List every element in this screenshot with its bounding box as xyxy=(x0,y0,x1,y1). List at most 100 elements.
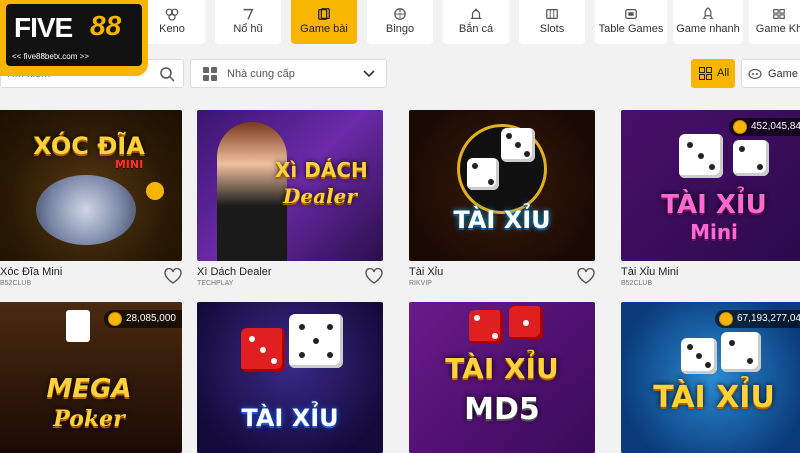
thumb-title: MEGA xyxy=(46,374,132,404)
logo-text-five: FIVE xyxy=(14,12,73,43)
game-name: Xì Dách Dealer xyxy=(197,266,272,278)
game-card[interactable]: Xì DÁCH Dealer Xì Dách Dealer TECHPLAY xyxy=(197,110,383,287)
search-icon[interactable] xyxy=(159,66,175,82)
jackpot-badge: 452,045,84 xyxy=(728,118,800,136)
jackpot-badge: 67,193,277,04 xyxy=(715,310,800,328)
seven-icon xyxy=(243,8,254,20)
tab-label: Nổ hũ xyxy=(233,23,263,35)
game-provider: B52CLUB xyxy=(0,280,32,287)
thumb-sub: MD5 xyxy=(464,392,540,427)
coin-icon xyxy=(732,120,747,134)
coin-icon xyxy=(107,312,122,326)
coin-image xyxy=(146,182,164,200)
heart-icon[interactable] xyxy=(365,268,383,284)
logo-text-88: 88 xyxy=(90,10,122,41)
gamepad-icon xyxy=(773,9,785,19)
game-card[interactable]: TÀI XỈU Tài Xỉu RIKVIP xyxy=(409,110,595,287)
thumb-sub: MINI xyxy=(114,158,144,171)
game-thumbnail[interactable]: TÀI XỈU xyxy=(409,110,595,261)
tab-table-games[interactable]: Table Games xyxy=(595,0,667,44)
filter-game-label: Game n xyxy=(768,68,800,80)
dice-image xyxy=(679,134,723,178)
game-card[interactable]: 28,085,000 MEGA Poker xyxy=(0,302,182,453)
grid-icon xyxy=(203,67,217,81)
tab-label: Bingo xyxy=(385,23,415,35)
fish-icon xyxy=(470,8,482,19)
tab-label: Table Games xyxy=(598,23,664,35)
thumb-title: TÀI XỈU xyxy=(653,380,775,415)
bingo-icon xyxy=(394,8,406,20)
logo-url: << five88betx.com >> xyxy=(12,52,89,61)
dice-image xyxy=(469,310,503,344)
thumb-title: TÀI XỈU xyxy=(445,352,559,385)
filter-all-button[interactable]: All xyxy=(691,59,735,88)
jackpot-amount: 28,085,000 xyxy=(125,313,176,324)
thumb-title: Xì DÁCH xyxy=(275,158,368,182)
grid-icon xyxy=(699,67,712,80)
game-name: Xóc Đĩa Mini xyxy=(0,266,63,278)
cards-icon xyxy=(318,8,330,20)
dice-image xyxy=(289,314,343,368)
game-card[interactable]: 452,045,84 TÀI XỈU Mini Tài Xỉu Mini B52… xyxy=(621,110,800,287)
slot-icon xyxy=(546,9,558,19)
tab-label: Keno xyxy=(159,23,185,35)
tab-label: Slots xyxy=(539,23,565,35)
game-thumbnail[interactable]: TÀI XỈU xyxy=(197,302,383,453)
tab-label: Game bài xyxy=(300,23,348,35)
balls-icon xyxy=(165,8,179,21)
dice-image xyxy=(733,140,769,176)
game-icon xyxy=(748,68,762,80)
site-logo[interactable]: FIVE 88 << five88betx.com >> xyxy=(0,0,148,76)
game-thumbnail[interactable]: XÓC ĐĨA MINI xyxy=(0,110,182,261)
table-icon xyxy=(625,9,637,19)
dice-image xyxy=(509,306,543,340)
coin-icon xyxy=(719,312,734,326)
tab-ban-ca[interactable]: Bắn cá xyxy=(443,0,509,44)
tab-label: Game nhanh xyxy=(676,23,740,35)
game-thumbnail[interactable]: TÀI XỈU MD5 xyxy=(409,302,595,453)
provider-dropdown[interactable]: Nhà cung cấp xyxy=(190,59,387,88)
game-card[interactable]: 67,193,277,04 TÀI XỈU xyxy=(621,302,800,453)
game-card[interactable]: TÀI XỈU xyxy=(197,302,383,453)
tab-label: Game Kh xyxy=(755,23,800,35)
tab-slots[interactable]: Slots xyxy=(519,0,585,44)
dice-image xyxy=(721,332,761,372)
dice-image xyxy=(681,338,717,374)
tab-no-hu[interactable]: Nổ hũ xyxy=(215,0,281,44)
filter-game-button[interactable]: Game n xyxy=(741,59,800,88)
tab-game-bai[interactable]: Game bài xyxy=(291,0,357,44)
jackpot-badge: 28,085,000 xyxy=(103,310,182,328)
thumb-sub: Dealer xyxy=(283,184,357,208)
game-provider: B52CLUB xyxy=(621,280,653,287)
thumb-title: TÀI XỈU xyxy=(661,190,767,220)
dice-image xyxy=(501,128,535,162)
heart-icon[interactable] xyxy=(164,268,182,284)
game-name: Tài Xỉu xyxy=(409,266,444,278)
tab-bingo[interactable]: Bingo xyxy=(367,0,433,44)
game-thumbnail[interactable]: Xì DÁCH Dealer xyxy=(197,110,383,261)
game-name: Tài Xỉu Mini xyxy=(621,266,679,278)
thumb-title: TÀI XỈU xyxy=(241,404,339,432)
filter-all-label: All xyxy=(717,67,730,79)
tab-label: Bắn cá xyxy=(458,23,494,35)
thumb-sub: Poker xyxy=(53,406,125,432)
game-card[interactable]: TÀI XỈU MD5 xyxy=(409,302,595,453)
rocket-icon xyxy=(702,7,714,19)
chevron-down-icon xyxy=(363,70,375,78)
tab-keno[interactable]: Keno xyxy=(139,0,205,44)
tab-game-khac[interactable]: Game Kh xyxy=(749,0,800,44)
plate-image xyxy=(36,175,136,245)
dice-image xyxy=(467,158,499,190)
heart-icon[interactable] xyxy=(577,268,595,284)
logo-badge: FIVE 88 << five88betx.com >> xyxy=(6,4,142,66)
thumb-title: TÀI XỈU xyxy=(453,206,551,234)
game-thumbnail[interactable]: 67,193,277,04 TÀI XỈU xyxy=(621,302,800,453)
dealer-image xyxy=(217,122,287,261)
game-thumbnail[interactable]: 28,085,000 MEGA Poker xyxy=(0,302,182,453)
jackpot-amount: 67,193,277,04 xyxy=(737,313,800,324)
tab-game-nhanh[interactable]: Game nhanh xyxy=(673,0,743,44)
game-provider: TECHPLAY xyxy=(197,280,234,287)
game-thumbnail[interactable]: 452,045,84 TÀI XỈU Mini xyxy=(621,110,800,261)
thumb-sub: Mini xyxy=(690,220,738,244)
game-card[interactable]: XÓC ĐĨA MINI Xóc Đĩa Mini B52CLUB xyxy=(0,110,182,287)
